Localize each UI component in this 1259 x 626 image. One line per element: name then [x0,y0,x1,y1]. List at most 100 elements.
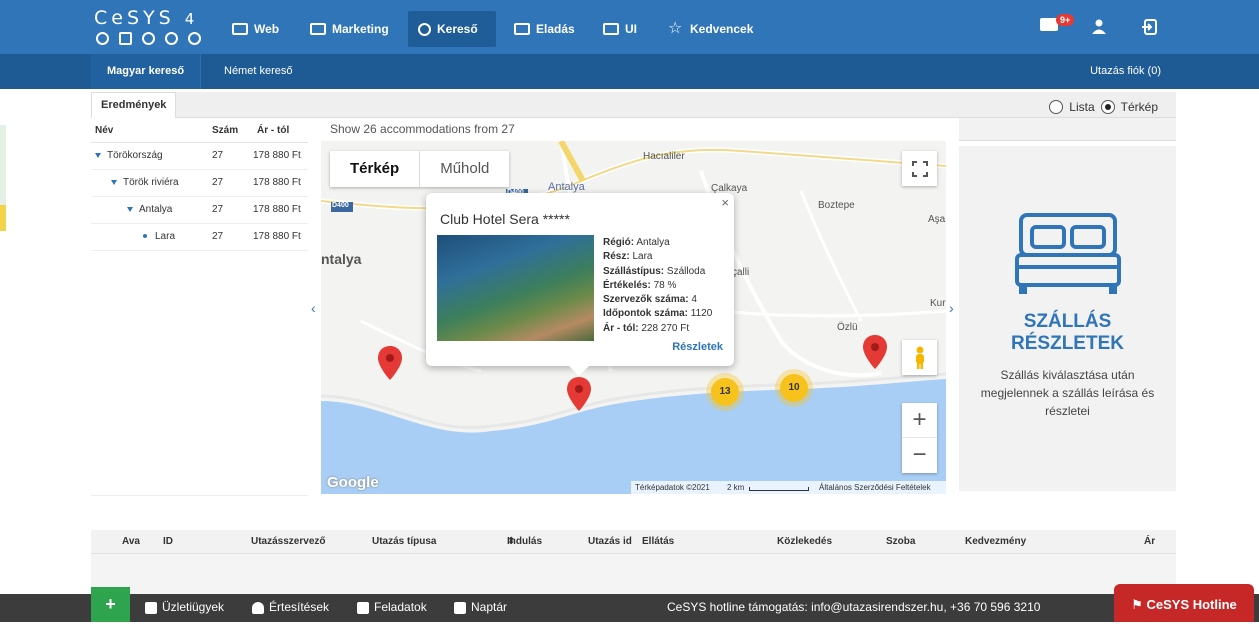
col-transport[interactable]: Közlekedés [777,530,832,554]
map-marker[interactable] [863,335,887,369]
map-type-map[interactable]: Térkép [330,151,421,187]
col-name[interactable]: Név [95,118,113,143]
col-duration[interactable]: Utazás id [588,530,632,554]
col-price[interactable]: Ár - tól [257,118,289,143]
col-count[interactable]: Szám [212,118,238,143]
map-attribution-bar: Térképadatok ©2021 2 km Általános Szerző… [631,481,946,494]
hotel-info-window: × Club Hotel Sera ***** Régió: Antalya R… [426,193,734,376]
map-panel: Show 26 accommodations from 27 Hacıalile… [321,118,946,494]
google-logo[interactable]: Google [327,474,379,491]
expand-icon[interactable] [111,179,117,185]
top-navbar: CeSYS 4 Web Marketing Kereső Eladás UI ☆… [0,0,1259,54]
map-canvas[interactable]: Hacıaliler Antalya Çalkaya Boztepe Aşa n… [321,141,946,494]
tree-row[interactable]: Török riviéra 27 178 880 Ft [91,170,308,197]
col-board[interactable]: Ellátás [642,530,674,554]
map-label: Antalya [548,181,585,193]
theme-icon[interactable] [96,32,109,45]
col-ava[interactable]: Ava [122,530,140,554]
list-label[interactable]: Lista [1069,100,1094,114]
subnav-nemet-kereso[interactable]: Német kereső [208,54,308,89]
mail-icon [310,23,326,35]
fullscreen-icon[interactable] [902,151,937,186]
clipboard-icon [357,601,369,614]
chevron-right-icon[interactable]: › [949,300,954,316]
hotline-button[interactable]: ⚑ CeSYS Hotline [1114,584,1254,622]
map-marker[interactable] [378,346,402,380]
star-icon: ☆ [668,20,683,37]
tree-row[interactable]: Antalya 27 178 880 Ft [91,197,308,224]
street-view-pegman-icon[interactable] [902,340,937,375]
col-room[interactable]: Szoba [886,530,915,554]
nav-ui[interactable]: UI [593,11,649,47]
col-id[interactable]: ID [163,530,173,554]
col-discount[interactable]: Kedvezmény [965,530,1026,554]
details-link[interactable]: Részletek [672,341,723,353]
nav-marketing[interactable]: Marketing [300,11,401,47]
detail-hint: Szállás kiválasztása után megjelennek a … [980,368,1155,418]
hotel-details: Régió: Antalya Rész: Lara Szállástípus: … [603,237,713,334]
flag-icon: ⚑ [1131,597,1143,612]
expand-icon[interactable] [127,206,133,212]
road-badge: D400 [332,202,349,209]
add-button[interactable]: + [91,587,130,622]
briefcase-icon [145,601,157,614]
footer-calendar[interactable]: Naptár [454,589,507,626]
map-data-link[interactable]: Térképadatok ©2021 [635,481,710,494]
nav-kedvencek[interactable]: ☆ Kedvencek [658,11,765,47]
footer-notifications[interactable]: Értesítések [252,589,329,626]
map-label: Aşa [928,214,946,225]
sub-navbar: Magyar kereső Német kereső Utazás fiók (… [0,54,1259,89]
nav-web[interactable]: Web [222,11,291,47]
leaf-dot-icon [143,234,147,239]
zoom-control: + − [902,403,937,473]
terms-link[interactable]: Általános Szerződési Feltételek [819,481,931,494]
subnav-magyar-kereso[interactable]: Magyar kereső [91,54,202,89]
nav-kereso[interactable]: Kereső [408,11,496,47]
scale-bar [749,487,809,491]
map-label[interactable]: Térkép [1121,100,1158,114]
map-scale[interactable]: 2 km [727,481,744,494]
col-departure[interactable]: Indulás ⬍ [507,530,542,554]
map-label: Boztepe [818,200,855,211]
mail-badge: 9+ [1056,14,1075,26]
zoom-in-button[interactable]: + [902,403,937,438]
map-cluster[interactable]: 13 [711,378,739,406]
col-trip-type[interactable]: Utazás típusa [372,530,436,554]
user-icon[interactable] [1092,19,1106,34]
list-radio[interactable] [1049,100,1064,114]
bed-icon [1015,213,1121,294]
col-organizer[interactable]: Utazásszervező [251,530,325,554]
map-marker-selected[interactable] [567,377,591,411]
map-type-control: Térkép Műhold [330,151,510,187]
map-radio[interactable] [1100,100,1115,114]
calendar-icon [454,601,466,614]
hotline-info: CeSYS hotline támogatás: info@utazasiren… [667,600,1041,614]
hotel-photo [437,235,594,341]
close-icon[interactable]: × [721,195,729,210]
footer-tasks[interactable]: Feladatok [357,589,427,626]
logout-icon[interactable] [1141,19,1157,35]
tree-row[interactable]: Törökország 27 178 880 Ft [91,143,308,170]
col-price[interactable]: Ár [1144,530,1155,554]
target-icon[interactable] [188,32,201,45]
map-type-satellite[interactable]: Műhold [420,151,509,187]
travel-account-link[interactable]: Utazás fiók (0) [1090,54,1161,89]
zoom-out-button[interactable]: − [902,438,937,473]
footer-business[interactable]: Üzletiügyek [145,589,224,626]
map-label: Özlü [837,322,858,333]
tab-eredmenyek[interactable]: Eredmények [91,92,177,118]
gear-icon[interactable] [165,32,178,45]
brand-logo[interactable]: CeSYS 4 [94,7,194,29]
chat-icon[interactable] [119,32,132,45]
info-icon[interactable] [142,32,155,45]
detail-header [959,118,1176,141]
chevron-left-icon[interactable]: ‹ [311,300,316,316]
accommodation-detail-panel: SZÁLLÁS RÉSZLETEK Szállás kiválasztása ut… [959,146,1176,491]
destination-tree: Név Szám Ár - tól Törökország 27 178 880… [91,118,308,496]
tree-row[interactable]: Lara 27 178 880 Ft [91,224,308,251]
map-label: Hacıaliler [643,151,685,162]
nav-eladas[interactable]: Eladás [504,11,587,47]
map-label: ntalya [321,251,362,267]
expand-icon[interactable] [95,152,101,158]
map-cluster[interactable]: 10 [780,374,808,402]
